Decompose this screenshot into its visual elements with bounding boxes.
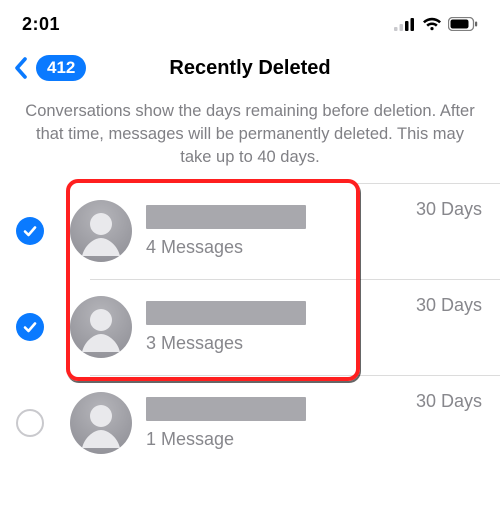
days-remaining: 30 Days bbox=[390, 375, 500, 412]
checkmark-icon bbox=[22, 319, 38, 335]
checkmark-icon bbox=[22, 223, 38, 239]
status-time: 2:01 bbox=[22, 14, 60, 35]
info-text: Conversations show the days remaining be… bbox=[0, 92, 500, 183]
checkbox-selected[interactable] bbox=[16, 313, 44, 341]
days-remaining: 30 Days bbox=[390, 183, 500, 220]
wifi-icon bbox=[422, 16, 442, 32]
message-count: 3 Messages bbox=[146, 333, 390, 354]
list-item[interactable]: 3 Messages 30 Days bbox=[0, 279, 500, 375]
list-item[interactable]: 1 Message 30 Days bbox=[0, 375, 500, 471]
conversation-list: 4 Messages 30 Days 3 Messages 30 bbox=[0, 183, 500, 471]
avatar bbox=[70, 392, 132, 454]
status-bar: 2:01 bbox=[0, 0, 500, 44]
contact-name-redacted bbox=[146, 301, 306, 325]
back-count-badge: 412 bbox=[36, 55, 86, 81]
person-icon bbox=[70, 200, 132, 262]
nav-bar: 412 Recently Deleted bbox=[0, 44, 500, 92]
days-remaining: 30 Days bbox=[390, 279, 500, 316]
person-icon bbox=[70, 392, 132, 454]
chevron-left-icon bbox=[10, 54, 32, 82]
avatar bbox=[70, 296, 132, 358]
cellular-icon bbox=[394, 16, 416, 32]
battery-icon bbox=[448, 16, 478, 32]
status-right bbox=[394, 16, 478, 32]
checkbox-unselected[interactable] bbox=[16, 409, 44, 437]
avatar bbox=[70, 200, 132, 262]
contact-name-redacted bbox=[146, 397, 306, 421]
back-button[interactable]: 412 bbox=[10, 54, 86, 82]
message-count: 4 Messages bbox=[146, 237, 390, 258]
contact-name-redacted bbox=[146, 205, 306, 229]
person-icon bbox=[70, 296, 132, 358]
list-item[interactable]: 4 Messages 30 Days bbox=[0, 183, 500, 279]
checkbox-selected[interactable] bbox=[16, 217, 44, 245]
message-count: 1 Message bbox=[146, 429, 390, 450]
